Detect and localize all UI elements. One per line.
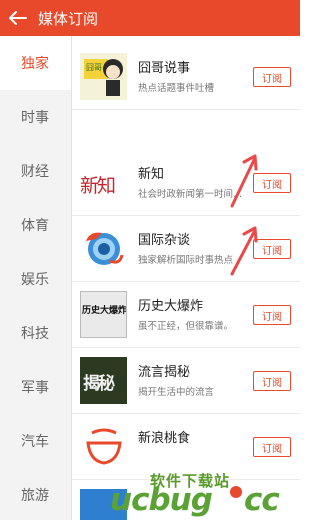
feed-description: 独家解析国际时事热点 bbox=[138, 255, 234, 266]
back-button[interactable] bbox=[0, 0, 36, 36]
list-item[interactable]: 揭秘 流言揭秘 揭开生活中的流言 订阅 bbox=[72, 348, 300, 414]
subscribe-button[interactable]: 订阅 bbox=[253, 305, 291, 325]
watermark: 软件下载站 ucbug cc bbox=[102, 466, 300, 520]
list-item[interactable]: 新知 新知 社会时政新闻第一时间... 订阅 bbox=[72, 150, 300, 216]
feed-name: 流言揭秘 bbox=[138, 365, 191, 380]
subscribe-button[interactable]: 订阅 bbox=[253, 67, 291, 87]
list-item[interactable]: 历史大爆炸 历史大爆炸 虽不正经，但很靠谱。 订阅 bbox=[72, 282, 300, 348]
page-title: 媒体订阅 bbox=[38, 9, 99, 28]
category-item-tech[interactable]: 科技 bbox=[0, 306, 71, 360]
list-item[interactable]: 国际杂谈 独家解析国际时事热点 订阅 bbox=[72, 216, 300, 282]
category-label: 独家 bbox=[21, 56, 49, 72]
feed-avatar: 揭秘 bbox=[80, 357, 127, 404]
thumb-label: 新知 bbox=[80, 175, 116, 197]
category-item-current-affairs[interactable]: 时事 bbox=[0, 90, 71, 144]
feed-name: 新浪桃食 bbox=[138, 431, 191, 446]
subscribe-button[interactable]: 订阅 bbox=[253, 239, 291, 259]
cartoon-avatar-icon bbox=[84, 59, 123, 96]
subscribe-button[interactable]: 订阅 bbox=[253, 173, 291, 193]
subscribe-button[interactable]: 订阅 bbox=[253, 371, 291, 391]
category-label: 汽车 bbox=[21, 434, 49, 450]
watermark-tld: cc bbox=[244, 482, 280, 518]
feed-name: 历史大爆炸 bbox=[138, 299, 204, 314]
feed-avatar: 新知 bbox=[80, 159, 127, 206]
feed-description: 热点话题事件吐槽 bbox=[138, 83, 215, 94]
category-label: 娱乐 bbox=[21, 272, 49, 288]
watermark-dot-icon bbox=[230, 486, 242, 498]
top-bar: 媒体订阅 bbox=[0, 0, 300, 36]
category-sidebar: 独家 时事 财经 体育 娱乐 科技 军事 汽车 旅游 bbox=[0, 36, 72, 520]
category-label: 旅游 bbox=[21, 488, 49, 504]
feed-name: 国际杂谈 bbox=[138, 233, 191, 248]
category-item-travel[interactable]: 旅游 bbox=[0, 468, 71, 520]
feed-avatar: 囧哥 bbox=[80, 53, 127, 100]
feed-description: 社会时政新闻第一时间... bbox=[138, 189, 243, 200]
category-item-exclusive[interactable]: 独家 bbox=[0, 36, 71, 90]
thumb-label: 历史大爆炸 bbox=[82, 306, 127, 316]
category-label: 财经 bbox=[21, 164, 49, 180]
feed-avatar bbox=[80, 423, 127, 470]
category-item-finance[interactable]: 财经 bbox=[0, 144, 71, 198]
category-item-sports[interactable]: 体育 bbox=[0, 198, 71, 252]
category-label: 时事 bbox=[21, 110, 49, 126]
list-item[interactable]: 囧哥 囧哥说事 热点话题事件吐槽 订阅 bbox=[72, 44, 300, 110]
thumb-label: 囧哥 bbox=[86, 63, 102, 72]
media-feed-list: 囧哥 囧哥说事 热点话题事件吐槽 订阅 新知 新知 社会时政新闻第一时间... … bbox=[72, 36, 300, 520]
feed-description: 揭开生活中的流言 bbox=[138, 387, 215, 398]
weibo-bird-icon bbox=[86, 232, 124, 265]
category-item-entertainment[interactable]: 娱乐 bbox=[0, 252, 71, 306]
category-label: 军事 bbox=[21, 380, 49, 396]
thumb-label: 揭秘 bbox=[83, 374, 115, 394]
category-label: 科技 bbox=[21, 326, 49, 342]
feed-name: 囧哥说事 bbox=[138, 61, 191, 76]
feed-name: 新知 bbox=[138, 167, 165, 182]
category-label: 体育 bbox=[21, 218, 49, 234]
feed-avatar bbox=[80, 225, 127, 272]
back-arrow-icon bbox=[9, 11, 27, 25]
feed-description: 虽不正经，但很靠谱。 bbox=[138, 321, 234, 332]
watermark-brand: ucbug bbox=[110, 482, 213, 518]
feed-avatar: 历史大爆炸 bbox=[80, 291, 127, 338]
category-item-military[interactable]: 军事 bbox=[0, 360, 71, 414]
subscribe-button[interactable]: 订阅 bbox=[253, 437, 291, 457]
bowl-icon bbox=[86, 428, 122, 465]
category-item-auto[interactable]: 汽车 bbox=[0, 414, 71, 468]
